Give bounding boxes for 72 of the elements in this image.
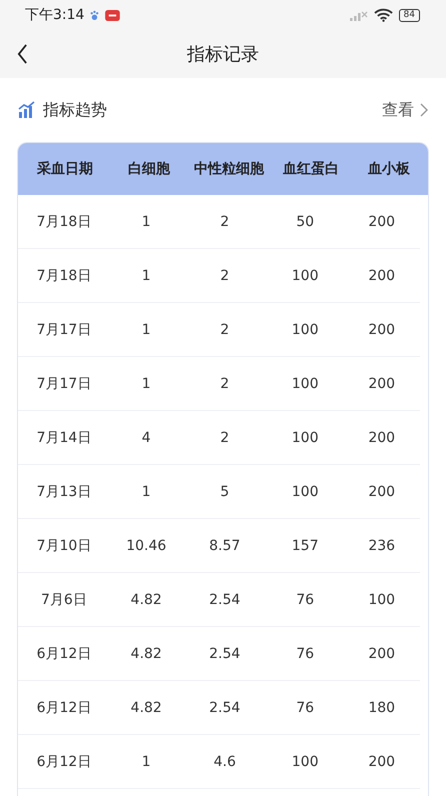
- column-header: 血小板: [366, 160, 411, 178]
- chevron-right-icon: [420, 103, 428, 117]
- table-cell-text: 8.57: [208, 538, 242, 554]
- table-cell-text: 4: [140, 430, 152, 446]
- table-cell-text: 200: [367, 268, 396, 284]
- table-cell-text: 1: [140, 484, 152, 500]
- table-cell-text: 6月12日: [36, 752, 92, 770]
- table-cell-text: 1: [140, 322, 152, 338]
- table-cell-text: 200: [367, 322, 396, 338]
- table-cell-text: 236: [367, 538, 396, 554]
- table-cell-text: 76: [295, 646, 316, 662]
- table-cell-text: 2: [219, 376, 230, 392]
- table-cell-text: 5: [219, 484, 230, 500]
- table-cell-text: 10.46: [125, 538, 168, 554]
- table-cell-text: 200: [367, 376, 396, 392]
- table-cell-text: 50: [295, 214, 316, 230]
- table-cell-text: 7月10日: [36, 536, 92, 554]
- table-cell-text: 157: [290, 538, 320, 554]
- table-cell-text: 1: [140, 268, 152, 284]
- battery-level: 84: [398, 8, 420, 22]
- table-cell-text: 200: [367, 646, 396, 662]
- chart-icon: [18, 101, 36, 119]
- table-cell-text: 7月18日: [36, 266, 92, 284]
- table-cell-text: 4.82: [130, 592, 163, 608]
- table-cell-text: 2.54: [208, 646, 242, 662]
- back-icon[interactable]: [17, 44, 28, 64]
- table-cell-text: 200: [367, 430, 396, 446]
- column-header: 血红蛋白: [282, 160, 340, 178]
- table-cell-text: 7月14日: [36, 428, 92, 446]
- table-cell-text: 76: [295, 592, 316, 608]
- table-cell-text: 100: [290, 430, 320, 446]
- table-cell-text: 100: [290, 376, 320, 392]
- table-cell-text: 2: [219, 214, 230, 230]
- table-cell-text: 6月12日: [36, 644, 92, 662]
- table-cell-text: 100: [290, 484, 320, 500]
- column-header: 白细胞: [126, 160, 171, 178]
- table-cell-text: 100: [290, 268, 320, 284]
- app-notification-icon: [105, 10, 120, 20]
- wifi-icon: [374, 8, 393, 22]
- column-header: 采血日期: [36, 160, 94, 178]
- table-cell-text: 200: [367, 754, 396, 770]
- table-cell-text: 4.82: [130, 700, 163, 716]
- table-cell-text: 180: [367, 700, 396, 716]
- view-link[interactable]: 查看: [382, 100, 428, 120]
- table-cell-text: 7月17日: [36, 320, 92, 338]
- table-cell-text: 7月18日: [36, 212, 92, 230]
- table-cell-text: 76: [295, 700, 316, 716]
- table-cell-text: 100: [290, 754, 320, 770]
- table-cell-text: 1: [140, 376, 152, 392]
- table-cell-text: 4.6: [212, 754, 237, 770]
- table-cell-text: 200: [367, 484, 396, 500]
- table-cell-text: 2.54: [208, 592, 242, 608]
- column-header: 中性粒细胞: [192, 160, 265, 178]
- table-cell-text: 200: [367, 214, 396, 230]
- table-cell-text: 100: [367, 592, 396, 608]
- table-cell-text: 1: [140, 754, 152, 770]
- table-cell-text: 2: [219, 430, 230, 446]
- paw-icon: [90, 10, 100, 20]
- table-cell-text: 7月6日: [40, 590, 88, 608]
- table-cell-text: 2.54: [208, 700, 242, 716]
- table-cell-text: 7月17日: [36, 374, 92, 392]
- section-title: 指标趋势: [43, 100, 107, 120]
- table-cell-text: 4.82: [130, 646, 163, 662]
- status-time: 下午3:14: [25, 6, 84, 24]
- page-title: 指标记录: [187, 43, 259, 66]
- signal-icon: [350, 9, 368, 21]
- table-cell-text: 2: [219, 268, 230, 284]
- table-cell-text: 100: [290, 322, 320, 338]
- table-cell-text: 7月13日: [36, 482, 92, 500]
- table-cell-text: 6月12日: [36, 698, 92, 716]
- table-cell-text: 2: [219, 322, 230, 338]
- table-cell-text: 1: [140, 214, 152, 230]
